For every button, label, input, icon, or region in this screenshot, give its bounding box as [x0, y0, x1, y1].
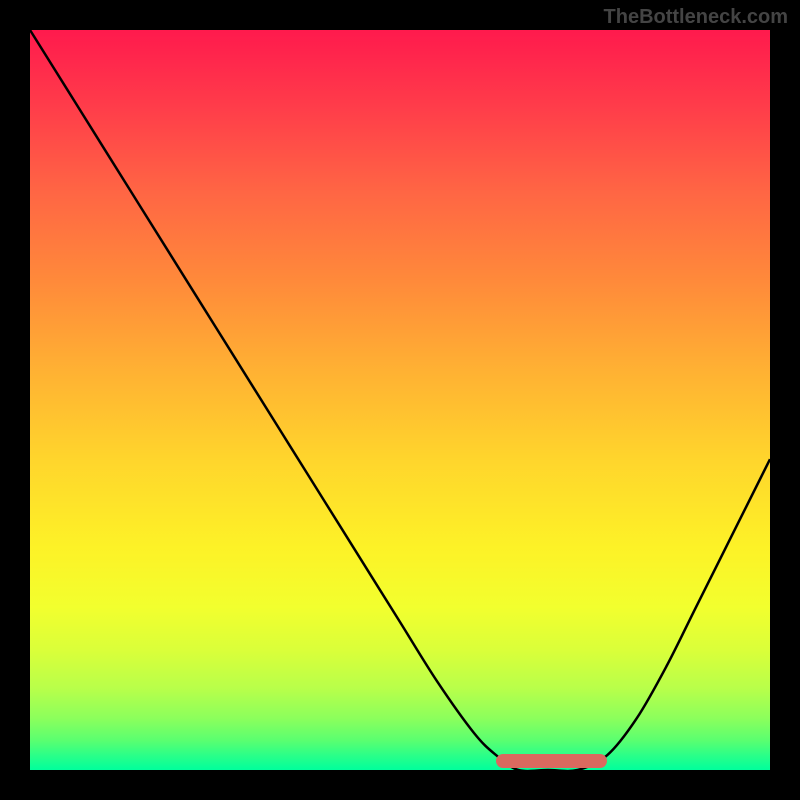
chart-plot-area: [30, 30, 770, 770]
watermark-text: TheBottleneck.com: [604, 6, 788, 29]
optimal-range-marker: [496, 754, 607, 768]
curve-path: [30, 30, 770, 771]
bottleneck-curve: [30, 30, 770, 770]
